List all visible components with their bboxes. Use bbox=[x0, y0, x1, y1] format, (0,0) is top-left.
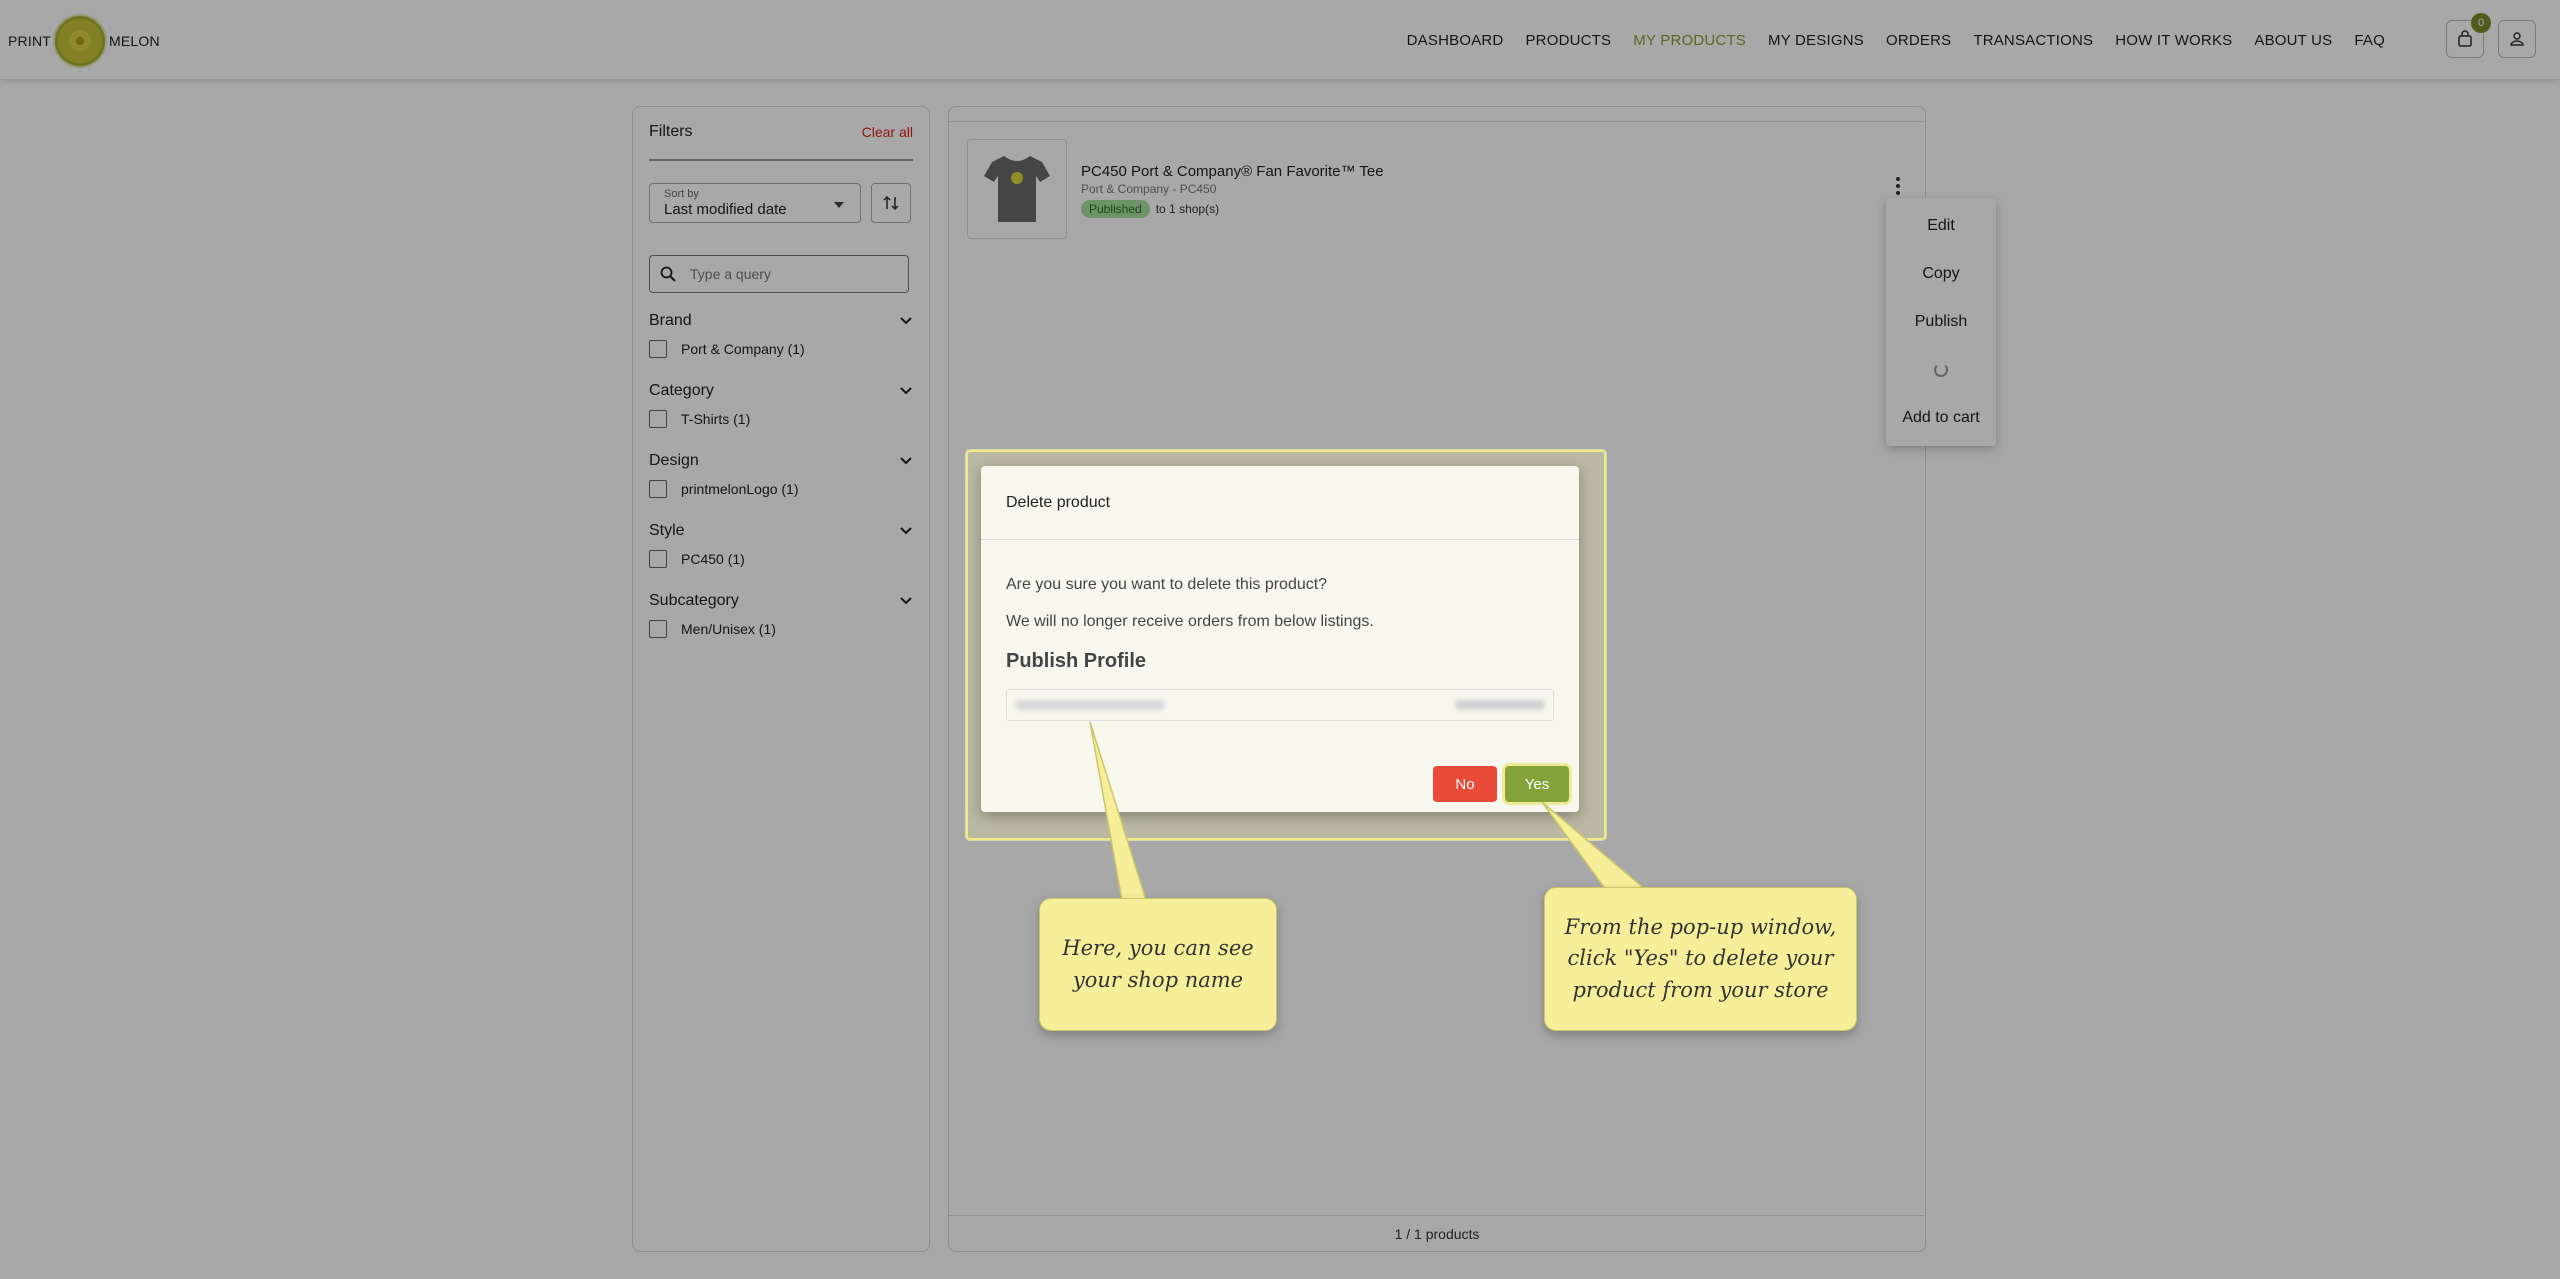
dialog-title: Delete product bbox=[981, 466, 1579, 540]
shop-platform-blurred bbox=[1455, 700, 1545, 710]
shop-name-blurred bbox=[1015, 700, 1165, 710]
callout-yes-hint: From the pop-up window, click "Yes" to d… bbox=[1544, 887, 1857, 1031]
publish-profile-heading: Publish Profile bbox=[1006, 650, 1147, 672]
dialog-confirm-text: Are you sure you want to delete this pro… bbox=[1006, 576, 1328, 593]
dialog-body: Are you sure you want to delete this pro… bbox=[981, 540, 1579, 721]
callout-yes-hint-text: From the pop-up window, click "Yes" to d… bbox=[1564, 914, 1837, 1002]
dialog-actions: No Yes bbox=[1433, 766, 1569, 802]
delete-product-dialog: Delete product Are you sure you want to … bbox=[981, 466, 1579, 812]
no-button[interactable]: No bbox=[1433, 766, 1497, 802]
callout-shop-name-text: Here, you can see your shop name bbox=[1062, 936, 1254, 992]
callout-shop-name: Here, you can see your shop name bbox=[1039, 898, 1277, 1031]
yes-button[interactable]: Yes bbox=[1505, 766, 1569, 802]
dialog-warning-text: We will no longer receive orders from be… bbox=[1006, 613, 1374, 630]
publish-profile-row bbox=[1006, 689, 1554, 721]
